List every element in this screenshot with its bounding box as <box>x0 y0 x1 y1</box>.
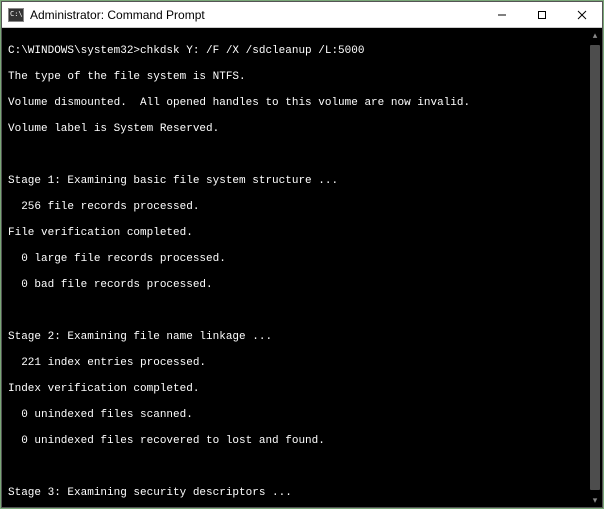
output-line: Volume label is System Reserved. <box>8 123 582 136</box>
chevron-up-icon: ▴ <box>593 30 598 41</box>
minimize-icon <box>497 10 507 20</box>
output-line: 0 bad file records processed. <box>8 279 582 292</box>
output-line: 0 large file records processed. <box>8 253 582 266</box>
chevron-down-icon: ▾ <box>593 495 598 506</box>
scroll-down-button[interactable]: ▾ <box>588 493 602 507</box>
cmd-icon <box>8 8 24 22</box>
blank-line <box>8 305 582 318</box>
maximize-icon <box>537 10 547 20</box>
command-prompt-window: Administrator: Command Prompt C:\WINDOWS… <box>1 1 603 508</box>
output-line: Volume dismounted. All opened handles to… <box>8 97 582 110</box>
minimize-button[interactable] <box>482 2 522 28</box>
output-line: C:\WINDOWS\system32>chkdsk Y: /F /X /sdc… <box>8 45 582 58</box>
blank-line <box>8 149 582 162</box>
scroll-up-button[interactable]: ▴ <box>588 28 602 42</box>
output-line: Stage 3: Examining security descriptors … <box>8 487 582 500</box>
output-line: Stage 2: Examining file name linkage ... <box>8 331 582 344</box>
close-icon <box>577 10 587 20</box>
output-line: 0 unindexed files scanned. <box>8 409 582 422</box>
output-line: 221 index entries processed. <box>8 357 582 370</box>
titlebar[interactable]: Administrator: Command Prompt <box>2 2 602 28</box>
maximize-button[interactable] <box>522 2 562 28</box>
close-button[interactable] <box>562 2 602 28</box>
console-area: C:\WINDOWS\system32>chkdsk Y: /F /X /sdc… <box>2 28 602 507</box>
scrollbar-thumb[interactable] <box>590 45 600 490</box>
output-line: Stage 1: Examining basic file system str… <box>8 175 582 188</box>
output-line: The type of the file system is NTFS. <box>8 71 582 84</box>
output-line: File verification completed. <box>8 227 582 240</box>
scrollbar-track[interactable] <box>588 42 602 493</box>
output-line: Index verification completed. <box>8 383 582 396</box>
window-title: Administrator: Command Prompt <box>30 8 482 22</box>
vertical-scrollbar[interactable]: ▴ ▾ <box>588 28 602 507</box>
console-output[interactable]: C:\WINDOWS\system32>chkdsk Y: /F /X /sdc… <box>2 28 588 507</box>
output-line: 0 unindexed files recovered to lost and … <box>8 435 582 448</box>
output-line: 256 file records processed. <box>8 201 582 214</box>
window-controls <box>482 2 602 28</box>
blank-line <box>8 461 582 474</box>
